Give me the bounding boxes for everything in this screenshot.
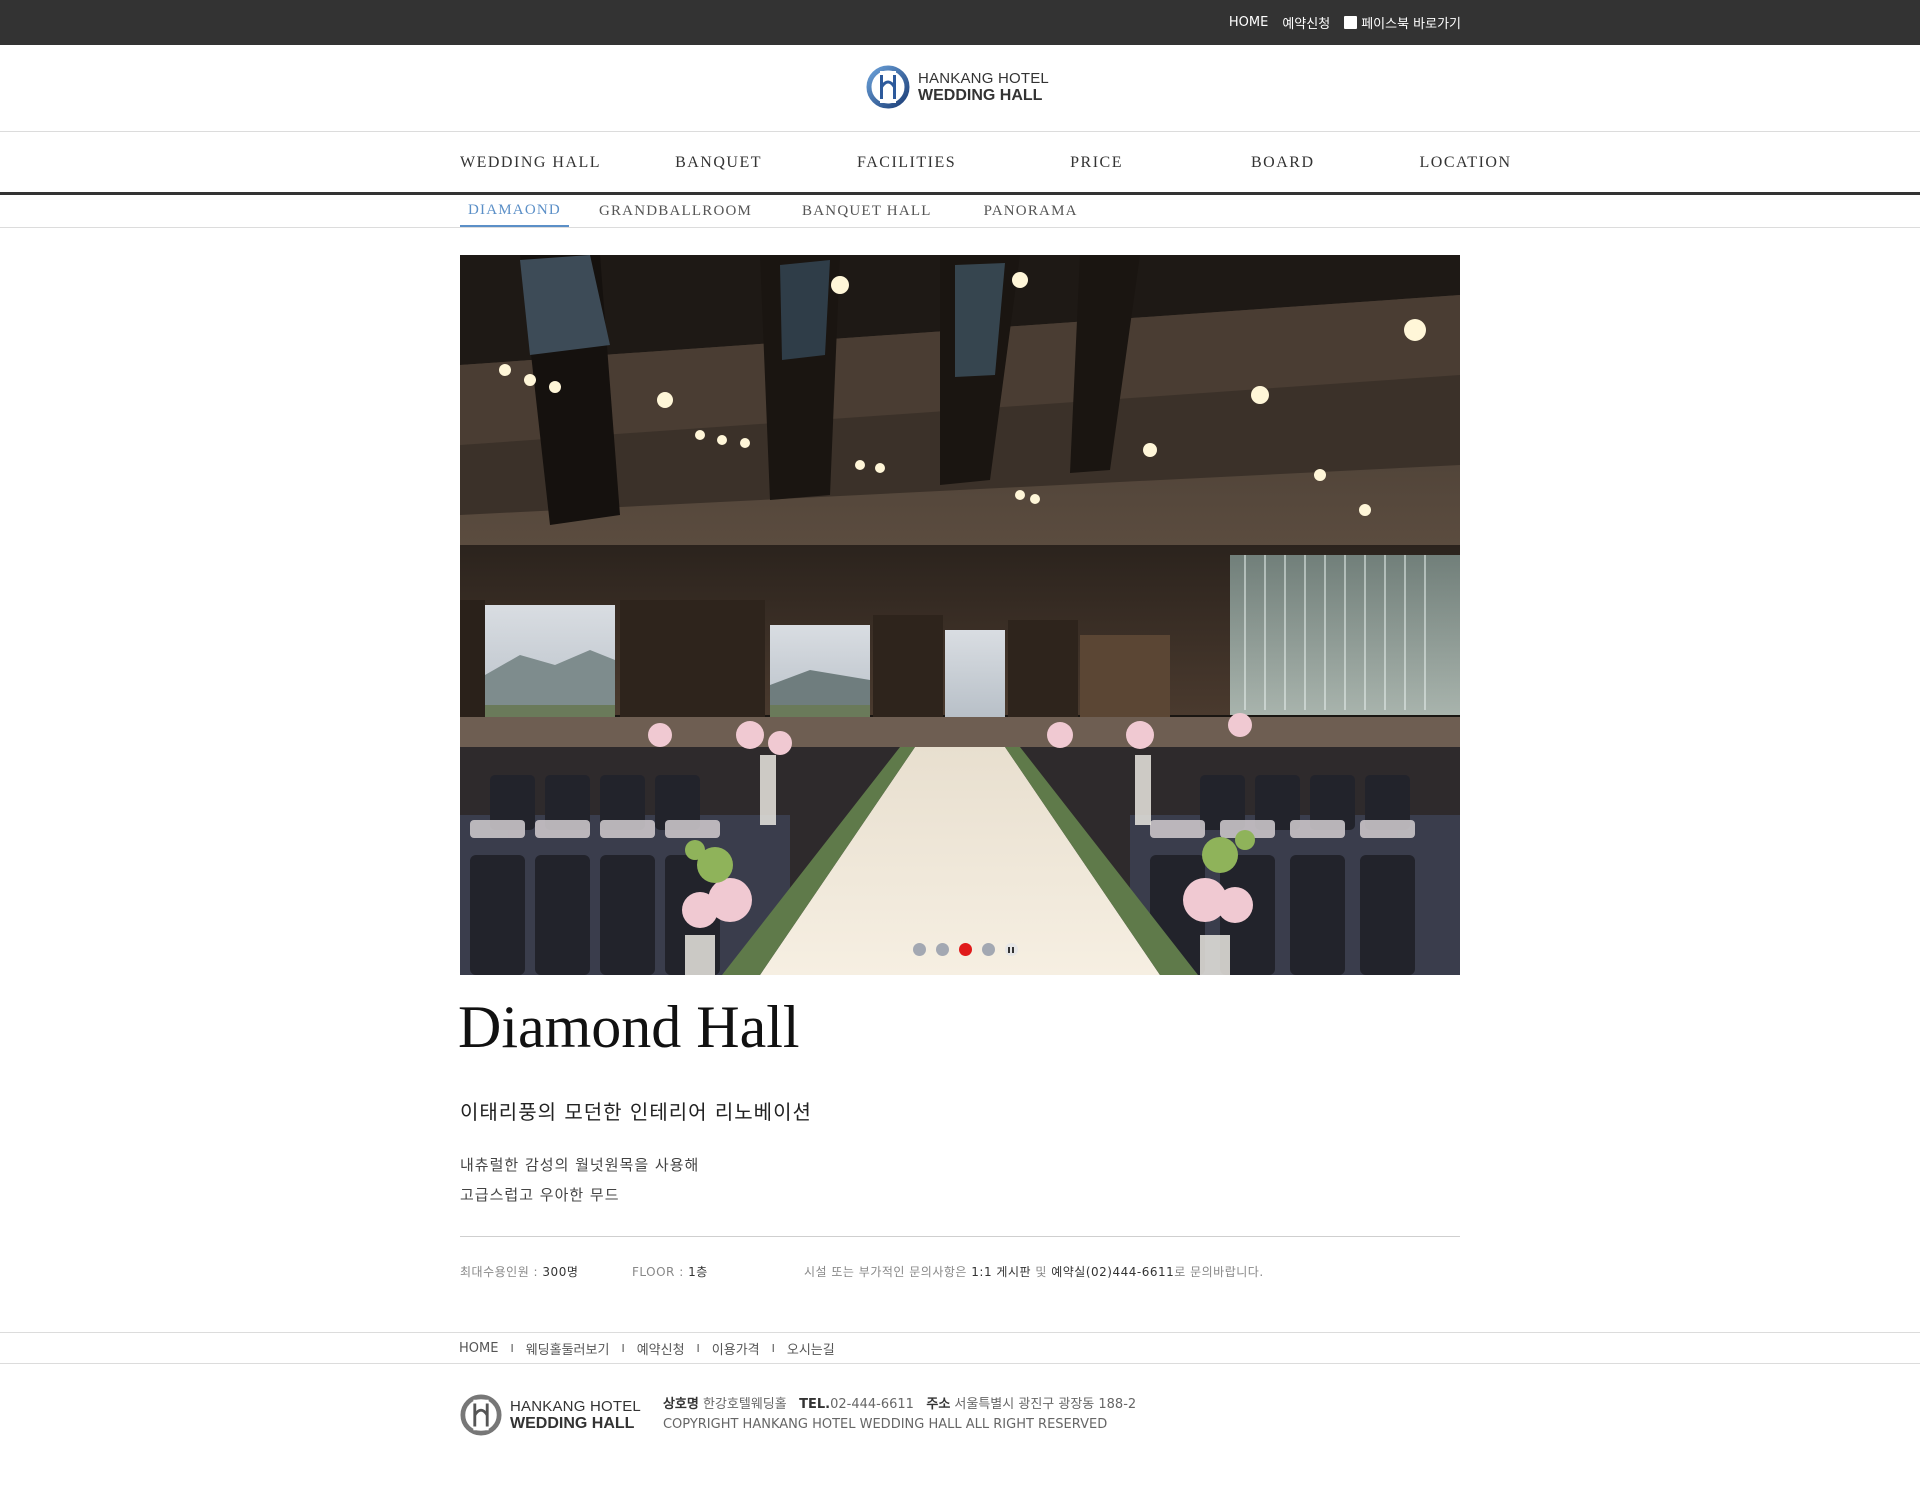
footer-link-location[interactable]: 오시는길 [787,1339,835,1358]
slider-dot[interactable] [935,943,949,956]
floor-info: FLOOR : 1층 [632,1265,708,1279]
company-value: 한강호텔웨딩홀 [703,1397,787,1412]
site-logo[interactable]: HANKANG HOTEL WEDDING HALL [866,65,1049,109]
main-navigation: WEDDING HALL BANQUET FACILITIES PRICE BO… [0,133,1920,195]
hankang-emblem-icon [866,65,910,109]
inquiry-board-link[interactable]: 1:1 게시판 [971,1265,1031,1279]
company-label: 상호명 [662,1397,699,1412]
subnav-panorama[interactable]: PANORAMA [976,195,1086,227]
copyright: COPYRIGHT HANKANG HOTEL WEDDING HALL ALL… [662,1417,1108,1432]
logo-line2: WEDDING HALL [918,87,1043,104]
footer-link-reserve[interactable]: 예약신청 [637,1339,685,1358]
info-divider [460,1236,1460,1237]
logo-text: HANKANG HOTEL WEDDING HALL [918,70,1049,104]
footer-separator: I [621,1341,625,1355]
footer-info-row: 상호명 한강호텔웨딩홀 TEL.02-444-6611 주소 서울특별시 광진구… [663,1395,1136,1415]
nav-wedding-hall[interactable]: WEDDING HALL [460,154,601,172]
pause-icon[interactable] [1004,943,1018,956]
slider-dot[interactable] [981,943,995,956]
slider-dot[interactable] [912,943,926,956]
hall-description: 내츄럴한 감성의 월넛원목을 사용해 고급스럽고 우아한 무드 [460,1150,699,1210]
inquiry-info: 시설 또는 부가적인 문의사항은 1:1 게시판 및 예약실(02)444-66… [804,1265,1264,1279]
footer-link-price[interactable]: 이용가격 [712,1339,760,1358]
hall-subtitle: 이태리풍의 모던한 인테리어 리노베이션 [460,1100,812,1124]
footer-separator: I [510,1341,514,1355]
nav-facilities[interactable]: FACILITIES [857,154,956,172]
top-utility-links: HOME 예약신청 f 페이스북 바로가기 [1229,0,1461,45]
footer-link-tour[interactable]: 웨딩홀둘러보기 [526,1339,610,1358]
hall-title: Diamond Hall [458,994,800,1060]
site-header: HANKANG HOTEL WEDDING HALL [0,45,1920,132]
site-footer: HANKANG HOTEL WEDDING HALL 상호명 한강호텔웨딩홀 T… [460,1390,1136,1440]
sub-navigation: DIAMAOND GRANDBALLROOM BANQUET HALL PANO… [0,195,1920,228]
top-utility-bar: HOME 예약신청 f 페이스북 바로가기 [0,0,1920,45]
capacity-info: 최대수용인원 : 300명 [460,1265,579,1279]
footer-logo-text: HANKANG HOTEL WEDDING HALL [510,1398,641,1432]
logo-line1: HANKANG HOTEL [918,70,1049,87]
floor-value: 1층 [688,1265,708,1279]
footer-navigation: HOME I 웨딩홀둘러보기 I 예약신청 I 이용가격 I 오시는길 [0,1332,1920,1364]
nav-board[interactable]: BOARD [1251,154,1315,172]
top-home-link[interactable]: HOME [1229,15,1268,30]
hall-desc-line: 내츄럴한 감성의 월넛원목을 사용해 [460,1156,700,1174]
facebook-link-label: 페이스북 바로가기 [1361,17,1461,32]
footer-logo-line2: WEDDING HALL [510,1415,635,1432]
hall-photo-slider[interactable] [460,255,1460,975]
footer-nav-items: HOME I 웨딩홀둘러보기 I 예약신청 I 이용가격 I 오시는길 [459,1333,835,1363]
footer-separator: I [696,1341,700,1355]
nav-location[interactable]: LOCATION [1420,154,1512,172]
hall-interior-photo [460,255,1460,975]
footer-logo: HANKANG HOTEL WEDDING HALL [460,1394,641,1436]
footer-company-info: 상호명 한강호텔웨딩홀 TEL.02-444-6611 주소 서울특별시 광진구… [663,1395,1136,1435]
address-label: 주소 [926,1397,951,1412]
subnav-grandballroom[interactable]: GRANDBALLROOM [591,195,760,227]
top-facebook-link[interactable]: f 페이스북 바로가기 [1344,13,1461,32]
hall-desc-line: 고급스럽고 우아한 무드 [460,1186,620,1204]
slider-pagination [460,943,1460,956]
facebook-icon: f [1344,16,1358,29]
footer-separator: I [771,1341,775,1355]
capacity-value: 300명 [542,1265,579,1279]
main-nav-items: WEDDING HALL BANQUET FACILITIES PRICE BO… [460,133,1510,192]
address-value: 서울특별시 광진구 광장동 188-2 [954,1397,1137,1412]
tel-value: 02-444-6611 [830,1397,914,1412]
footer-logo-line1: HANKANG HOTEL [510,1398,641,1415]
subnav-diamond[interactable]: DIAMAOND [460,195,569,227]
tel-label: TEL. [799,1397,831,1412]
nav-price[interactable]: PRICE [1070,154,1123,172]
footer-link-home[interactable]: HOME [459,1341,498,1356]
top-reserve-link[interactable]: 예약신청 [1282,13,1330,32]
hankang-emblem-icon [460,1394,502,1436]
subnav-banquet-hall[interactable]: BANQUET HALL [794,195,940,227]
nav-banquet[interactable]: BANQUET [675,154,762,172]
inquiry-phone: 예약실(02)444-6611 [1051,1265,1175,1279]
slider-dot-active[interactable] [958,943,972,956]
sub-nav-items: DIAMAOND GRANDBALLROOM BANQUET HALL PANO… [460,195,1086,227]
